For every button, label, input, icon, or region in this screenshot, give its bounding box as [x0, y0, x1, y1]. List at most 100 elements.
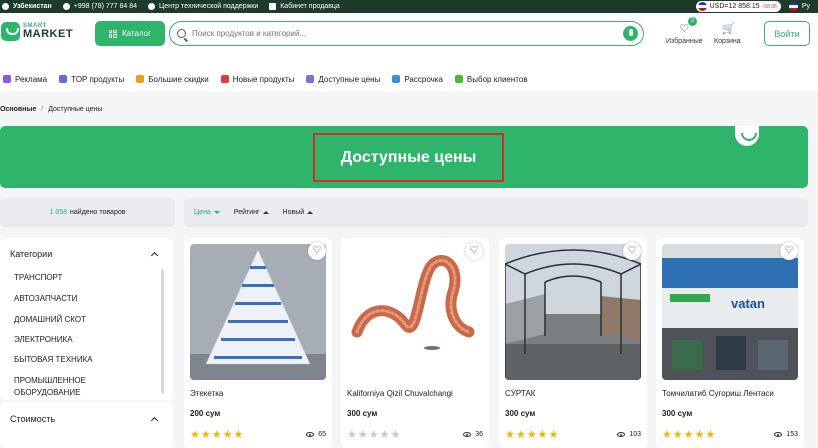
nav-item-label: TOP продукты [71, 74, 125, 84]
favorite-heart-icon[interactable]: ♡ [780, 242, 798, 260]
catalog-label: Каталог [121, 29, 152, 38]
seller-label: Кабинет продавца [280, 3, 340, 10]
support-label: Центр технической поддержки [159, 3, 259, 10]
nav-item-label: Большие скидки [148, 74, 209, 84]
cart-button[interactable]: 🛒 Корзина [714, 24, 741, 46]
sort-price-label: Цена [194, 209, 211, 216]
star-icon: ★ [526, 429, 537, 441]
login-button[interactable]: Войти [764, 21, 810, 46]
view-count-value: 36 [475, 431, 483, 438]
view-count-value: 103 [629, 431, 641, 438]
nav-item[interactable]: TOP продукты [59, 75, 124, 84]
sort-new[interactable]: Новый [283, 209, 314, 216]
installment-icon [392, 75, 401, 83]
microphone-icon[interactable] [623, 26, 638, 41]
nav-item[interactable]: Доступные цены [306, 75, 380, 84]
product-card[interactable]: ♡ Kaliforniya Qizil Chuvalchangi 300 сум… [341, 238, 489, 448]
sort-bar: Цена Рейтинг Новый [184, 198, 808, 227]
product-card[interactable]: ♡ CЎРТАК 300 сум ★ ★ ★ ★ ★ 103 [499, 238, 647, 448]
russian-flag-icon [788, 2, 798, 11]
star-icon: ★ [347, 429, 357, 441]
language-selector[interactable]: Ру [788, 2, 810, 11]
sidebar-category-item[interactable]: БЫТОВАЯ ТЕХНИКА [14, 355, 93, 364]
sidebar-category-item[interactable]: ОБОРУДОВАНИЕ [14, 388, 80, 397]
breadcrumb-home[interactable]: Основные [0, 106, 36, 113]
categories-scrollbar[interactable] [161, 269, 164, 394]
product-image[interactable] [190, 244, 326, 380]
phone-link[interactable]: +998 (78) 777 84 84 [62, 3, 137, 10]
nav-item[interactable]: Выбор клиентов [454, 75, 528, 84]
nav-item[interactable]: Рассрочка [392, 75, 443, 84]
sidebar-category-item[interactable]: АВТОЗАПЧАСТИ [14, 294, 77, 303]
star-icon: ★ [705, 429, 716, 441]
megaphone-icon [3, 75, 11, 83]
nav-item[interactable]: Новые продукты [220, 75, 294, 84]
shop-icon [269, 3, 277, 10]
product-name[interactable]: CЎРТАК [505, 389, 641, 398]
logo-mark-icon [1, 22, 20, 41]
sidebar-category-item[interactable]: ТРАНСПОРТ [14, 273, 62, 282]
nav-item[interactable]: Большие скидки [136, 75, 209, 84]
favorite-heart-icon[interactable]: ♡ [623, 242, 641, 260]
view-count-value: 153 [786, 431, 798, 438]
eye-icon [463, 432, 472, 437]
product-card[interactable]: ♡ Этекетка 200 сум ★ ★ ★ ★ ★ 65 [184, 238, 332, 448]
chevron-up-icon[interactable] [150, 416, 159, 425]
price-filter-title[interactable]: Стоимость [10, 414, 55, 424]
label-rolls-image [190, 244, 326, 380]
catalog-button[interactable]: Каталог [95, 21, 165, 46]
chevron-up-icon[interactable] [150, 251, 159, 260]
favorites-button[interactable]: ♡ 2 Избранные [666, 17, 703, 45]
star-icon: ★ [548, 429, 559, 441]
sidebar-category-item[interactable]: ЭЛЕКТРОНИКА [14, 335, 73, 344]
search-icon [177, 29, 186, 38]
sort-rating[interactable]: Рейтинг [234, 209, 269, 216]
favorite-heart-icon[interactable]: ♡ [308, 242, 326, 260]
sort-price[interactable]: Цена [194, 209, 220, 216]
star-icon: ★ [672, 429, 683, 441]
product-price: 300 сум [505, 409, 536, 418]
product-image[interactable] [505, 244, 641, 380]
storefront-image: vatan [662, 244, 798, 380]
star-icon: ★ [505, 429, 515, 441]
sidebar-category-item[interactable]: ДОМАШНИЙ СКОТ [14, 315, 86, 324]
categories-title[interactable]: Категории [10, 249, 52, 259]
favorites-label: Избранные [666, 38, 703, 45]
login-label: Войти [774, 28, 800, 39]
page-title-text: Доступные цены [340, 148, 477, 166]
product-name[interactable]: Kaliforniya Qizil Chuvalchangi [347, 389, 483, 398]
region-selector[interactable]: Узбекистан [2, 3, 52, 10]
product-price: 300 сум [347, 409, 378, 418]
sort-up-icon [262, 211, 269, 214]
nav-item-label: Доступные цены [318, 74, 381, 84]
product-price: 300 сум [662, 409, 693, 418]
currency-rate[interactable]: USD=12 858.15 -58.95 [695, 1, 781, 12]
support-link[interactable]: Центр технической поддержки [148, 3, 258, 10]
sidebar-category-item[interactable]: ПРОМЫШЛЕННОЕ [14, 376, 86, 385]
eye-icon [306, 432, 315, 437]
location-icon [2, 3, 9, 10]
currency-delta: -58.95 [762, 3, 777, 10]
product-name[interactable]: Томчилатиб Сугориш Лентаси [662, 389, 798, 398]
rating-stars: ★ ★ ★ ★ ★ [505, 430, 558, 441]
nav-item[interactable]: Реклама [3, 75, 47, 84]
view-count: 103 [617, 431, 641, 438]
favorite-heart-icon[interactable]: ♡ [465, 242, 483, 260]
grid-icon [108, 29, 117, 38]
region-label: Узбекистан [13, 3, 52, 10]
seller-cabinet-link[interactable]: Кабинет продавца [269, 3, 340, 10]
logo[interactable]: SMART MARKET [1, 22, 73, 41]
results-count-suffix: найдено товаров [70, 209, 126, 216]
product-image[interactable] [347, 244, 483, 380]
telegram-icon [148, 3, 156, 10]
product-image[interactable]: vatan [662, 244, 798, 380]
product-name[interactable]: Этекетка [190, 389, 326, 398]
eye-icon [774, 432, 783, 437]
star-icon: ★ [233, 429, 244, 441]
rating-stars: ★ ★ ★ ★ ★ [347, 430, 400, 441]
price-filter: Стоимость [0, 402, 173, 448]
view-count: 36 [463, 431, 483, 438]
top-icon [59, 75, 68, 83]
product-card[interactable]: vatan ♡ Томчилатиб Сугориш Лентаси 300 с… [656, 238, 804, 448]
search-input[interactable] [192, 29, 643, 38]
